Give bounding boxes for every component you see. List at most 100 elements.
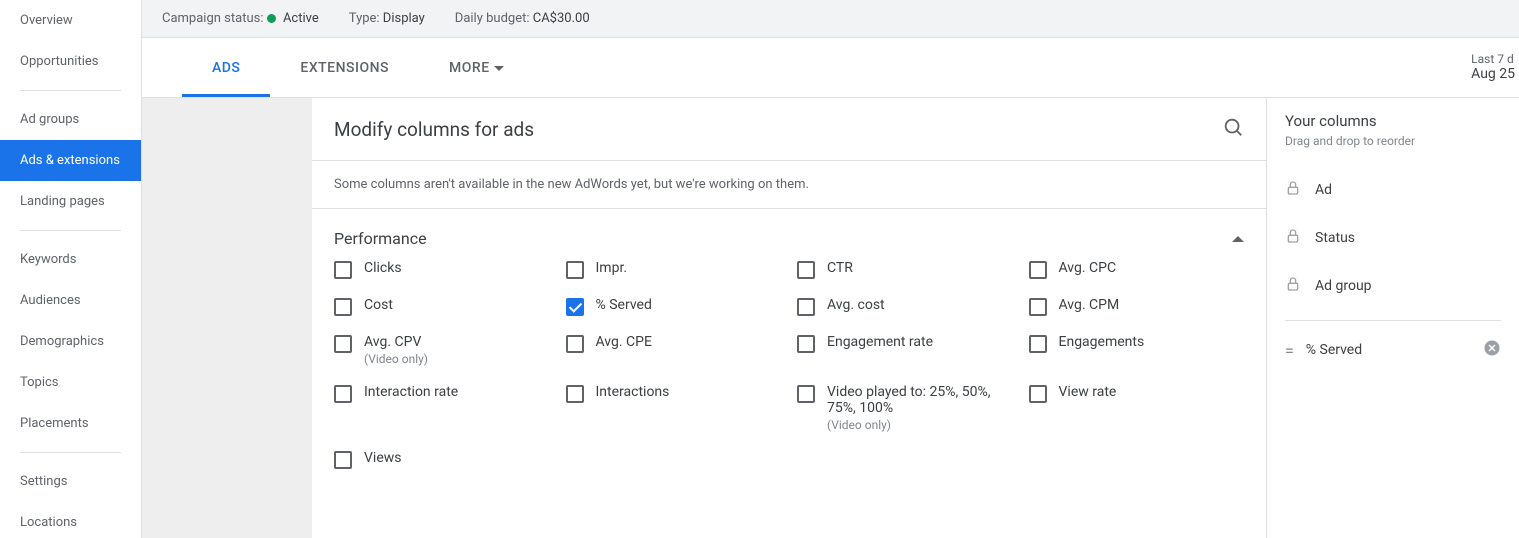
chevron-down-icon [494, 66, 504, 71]
metric-option[interactable]: Avg. CPE [566, 334, 782, 353]
locked-column-label: Status [1315, 230, 1355, 246]
metric-option[interactable]: Interactions [566, 384, 782, 403]
search-icon[interactable] [1222, 116, 1244, 142]
lock-icon [1285, 180, 1301, 200]
locked-column-label: Ad [1315, 182, 1332, 198]
sidebar-divider [20, 452, 121, 453]
section-title: Performance [334, 229, 427, 248]
tab-extensions[interactable]: EXTENSIONS [270, 38, 419, 97]
sidebar-item-ad-groups[interactable]: Ad groups [0, 99, 141, 140]
metric-label: Avg. CPC [1059, 260, 1117, 276]
sidebar-item-opportunities[interactable]: Opportunities [0, 41, 141, 82]
sidebar-divider [20, 230, 121, 231]
checkbox[interactable] [566, 335, 584, 353]
sidebar-item-keywords[interactable]: Keywords [0, 239, 141, 280]
checkbox[interactable] [797, 335, 815, 353]
sidebar-item-locations[interactable]: Locations [0, 502, 141, 538]
sidebar-item-ads-extensions[interactable]: Ads & extensions [0, 140, 141, 181]
sidebar: Overview Opportunities Ad groups Ads & e… [0, 0, 142, 538]
metric-label: Avg. cost [827, 297, 885, 313]
tab-ads[interactable]: ADS [182, 38, 270, 97]
metric-option[interactable]: Engagement rate [797, 334, 1013, 353]
checkbox[interactable] [1029, 335, 1047, 353]
checkbox[interactable] [334, 261, 352, 279]
lock-icon [1285, 228, 1301, 248]
checkbox[interactable] [566, 385, 584, 403]
checkbox[interactable] [334, 451, 352, 469]
metric-option[interactable]: Cost [334, 297, 550, 316]
date-range-label: Last 7 d [1471, 52, 1515, 66]
date-range-value: Aug 25 [1471, 66, 1515, 82]
drag-handle-icon[interactable]: = [1285, 341, 1292, 360]
metric-option[interactable]: Impr. [566, 260, 782, 279]
metric-option[interactable]: Avg. CPC [1029, 260, 1245, 279]
sidebar-item-overview[interactable]: Overview [0, 0, 141, 41]
metric-option[interactable]: % Served [566, 297, 782, 316]
checkbox[interactable] [1029, 385, 1047, 403]
budget-label: Daily budget: [455, 11, 530, 26]
tab-more-label: MORE [449, 60, 490, 76]
type-label: Type: [349, 11, 380, 26]
metric-label: Avg. CPV(Video only) [364, 334, 428, 366]
sidebar-item-audiences[interactable]: Audiences [0, 280, 141, 321]
section-performance-head[interactable]: Performance [312, 209, 1266, 260]
date-range-picker[interactable]: Last 7 d Aug 25 [1471, 52, 1519, 82]
panel-title: Modify columns for ads [334, 118, 534, 141]
panel-notice: Some columns aren't available in the new… [312, 160, 1266, 209]
your-columns-title: Your columns [1285, 112, 1501, 130]
campaign-status: Campaign status: Active [162, 11, 319, 26]
campaign-status-label: Campaign status: [162, 11, 263, 26]
campaign-type: Type: Display [349, 11, 425, 26]
checkbox[interactable] [1029, 261, 1047, 279]
metric-option[interactable]: Avg. CPV(Video only) [334, 334, 550, 366]
metric-label: CTR [827, 260, 853, 276]
sidebar-item-placements[interactable]: Placements [0, 403, 141, 444]
metric-option[interactable]: Video played to: 25%, 50%, 75%, 100%(Vid… [797, 384, 1013, 432]
checkbox[interactable] [334, 298, 352, 316]
sidebar-item-demographics[interactable]: Demographics [0, 321, 141, 362]
tab-bar: ADS EXTENSIONS MORE Last 7 d Aug 25 [142, 38, 1519, 98]
locked-column-item: Ad group [1285, 262, 1501, 310]
remove-column-button[interactable] [1483, 339, 1501, 361]
metric-option[interactable]: CTR [797, 260, 1013, 279]
metric-option[interactable]: View rate [1029, 384, 1245, 403]
metric-option[interactable]: Avg. CPM [1029, 297, 1245, 316]
metric-label: Video played to: 25%, 50%, 75%, 100%(Vid… [827, 384, 1013, 432]
checkbox[interactable] [334, 335, 352, 353]
metric-label: % Served [596, 297, 652, 313]
metric-option[interactable]: Avg. cost [797, 297, 1013, 316]
checkbox[interactable] [797, 298, 815, 316]
draggable-column-item[interactable]: =% Served [1285, 327, 1501, 373]
metric-option[interactable]: Clicks [334, 260, 550, 279]
sidebar-item-topics[interactable]: Topics [0, 362, 141, 403]
locked-column-item: Ad [1285, 166, 1501, 214]
metric-option[interactable]: Views [334, 450, 550, 469]
metric-label: Avg. CPE [596, 334, 652, 350]
sidebar-item-settings[interactable]: Settings [0, 461, 141, 502]
checkbox[interactable] [566, 298, 584, 316]
metric-option[interactable]: Engagements [1029, 334, 1245, 353]
metric-label: Impr. [596, 260, 628, 276]
locked-column-label: Ad group [1315, 278, 1372, 294]
checkbox[interactable] [334, 385, 352, 403]
campaign-status-value: Active [283, 11, 319, 26]
metric-label: Engagement rate [827, 334, 933, 350]
locked-column-item: Status [1285, 214, 1501, 262]
checkbox[interactable] [1029, 298, 1047, 316]
chevron-up-icon [1232, 236, 1244, 242]
metric-sublabel: (Video only) [827, 418, 1013, 432]
sidebar-item-landing-pages[interactable]: Landing pages [0, 181, 141, 222]
metric-label: Views [364, 450, 402, 466]
metric-option[interactable]: Interaction rate [334, 384, 550, 403]
metric-label: Cost [364, 297, 393, 313]
metrics-grid: Clicks Impr. CTR Avg. CPC Cost % Served Avg. c… [334, 260, 1244, 469]
type-value: Display [383, 11, 425, 26]
content-spacer [142, 98, 312, 538]
tab-more[interactable]: MORE [419, 38, 534, 97]
status-bar: Campaign status: Active Type: Display Da… [142, 0, 1519, 38]
checkbox[interactable] [797, 261, 815, 279]
your-columns-panel: Your columns Drag and drop to reorder Ad… [1267, 98, 1519, 538]
checkbox[interactable] [566, 261, 584, 279]
metric-label: Clicks [364, 260, 402, 276]
checkbox[interactable] [797, 385, 815, 403]
